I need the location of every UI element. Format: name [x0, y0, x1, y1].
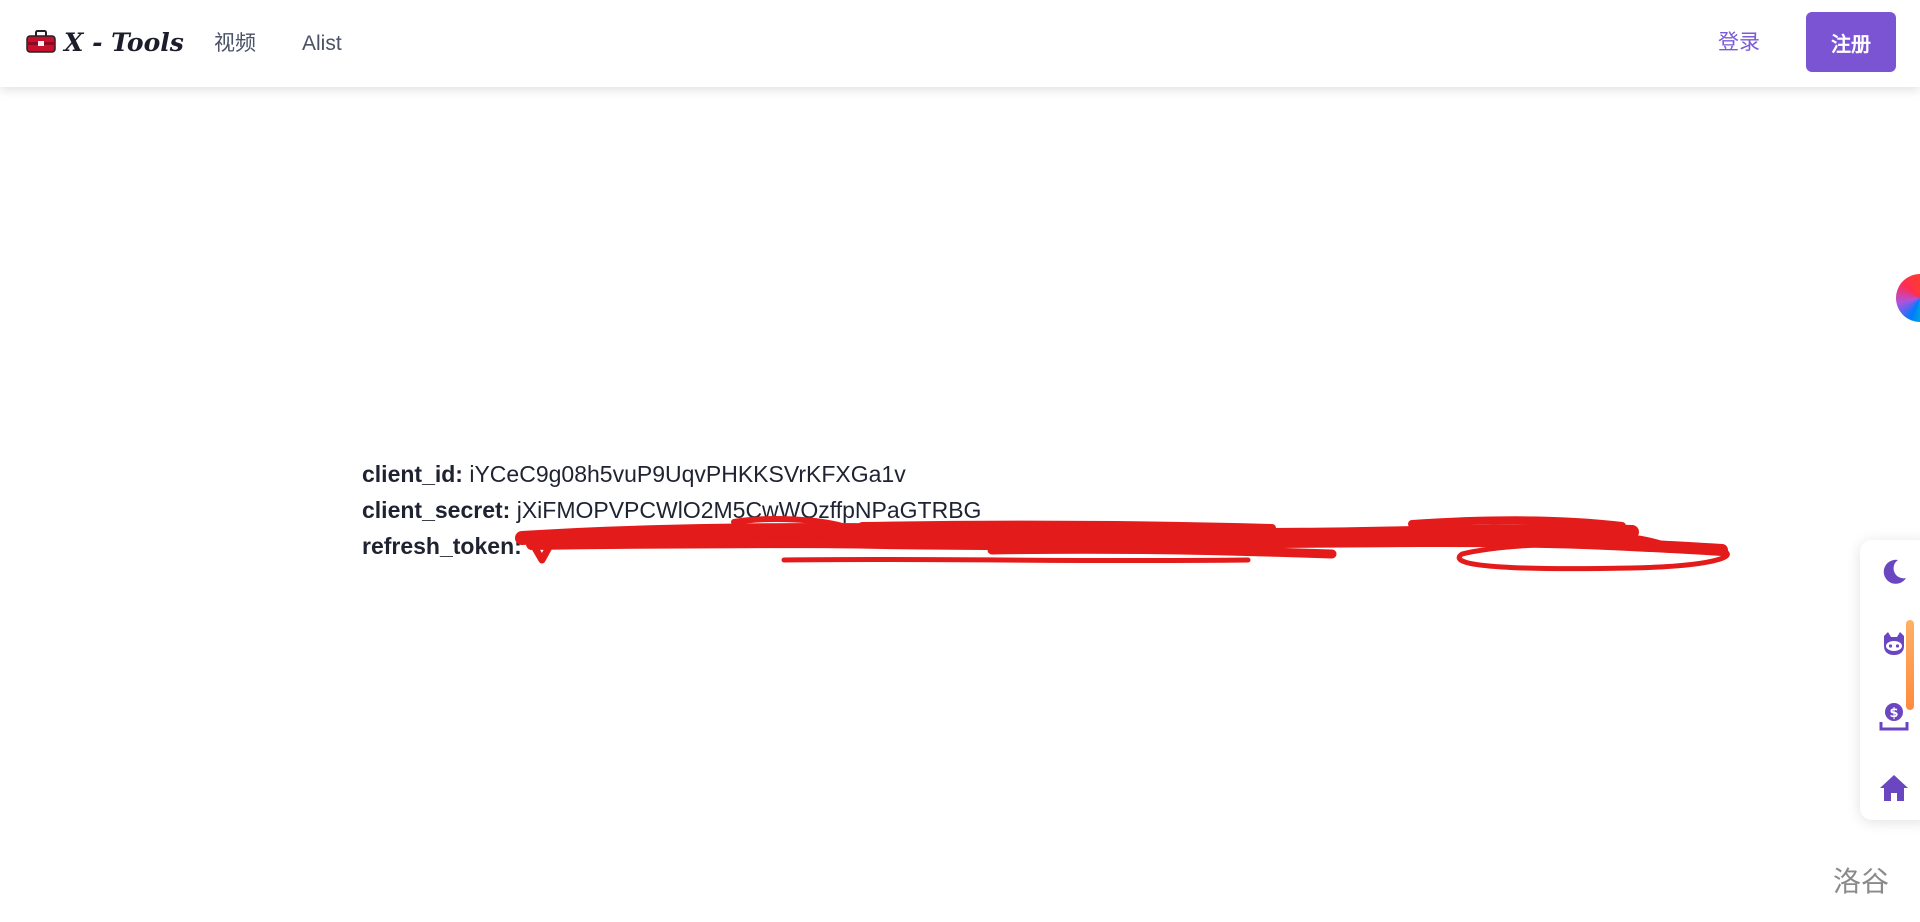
nav-item-alist[interactable]: Alist	[302, 30, 342, 58]
theme-color-picker[interactable]	[1896, 274, 1920, 322]
toolbox-icon	[26, 30, 56, 53]
client-secret-label: client_secret:	[362, 497, 511, 523]
client-secret-value: jXiFMOPVPCWlO2M5CwWQzffpNPaGTRBG	[516, 497, 982, 523]
dark-mode-button[interactable]	[1874, 552, 1914, 592]
logo-text: X - Tools	[64, 27, 184, 57]
scroll-progress-bar[interactable]	[1906, 620, 1914, 710]
home-button[interactable]	[1874, 768, 1914, 808]
top-navbar: X - Tools 视频 Alist 登录 注册	[0, 0, 1920, 87]
home-icon	[1880, 775, 1908, 801]
refresh-token-label: refresh_token:	[362, 533, 522, 559]
refresh-token-row: refresh_token:	[362, 528, 981, 564]
client-secret-row: client_secret: jXiFMOPVPCWlO2M5CwWQzffpN…	[362, 492, 981, 528]
moon-icon	[1883, 559, 1906, 584]
client-id-label: client_id:	[362, 461, 463, 487]
register-button[interactable]: 注册	[1806, 12, 1896, 72]
svg-text:$: $	[1889, 706, 1898, 721]
client-id-value: iYCeC9g08h5vuP9UqvPHKKSVrKFXGa1v	[469, 461, 906, 487]
nav-item-video[interactable]: 视频	[214, 30, 256, 58]
client-id-row: client_id: iYCeC9g08h5vuP9UqvPHKKSVrKFXG…	[362, 456, 981, 492]
logo[interactable]: X - Tools	[26, 22, 184, 62]
credentials-block: client_id: iYCeC9g08h5vuP9UqvPHKKSVrKFXG…	[362, 456, 981, 564]
login-link[interactable]: 登录	[1718, 29, 1760, 57]
main-nav: 视频 Alist	[214, 30, 342, 58]
watermark-text: 洛谷	[1833, 865, 1890, 898]
